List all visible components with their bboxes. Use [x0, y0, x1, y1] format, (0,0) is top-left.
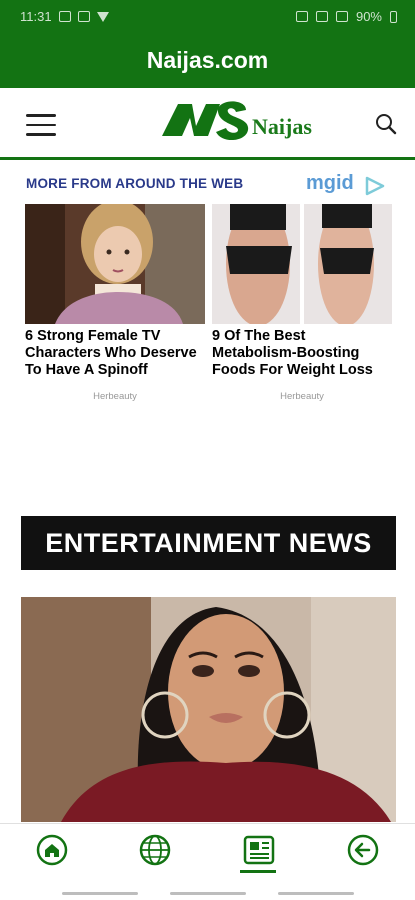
logo-text: Naijas — [252, 114, 312, 139]
back-icon[interactable] — [347, 834, 379, 866]
widget-heading: MORE FROM AROUND THE WEB — [26, 176, 244, 191]
battery-level: 90% — [355, 9, 382, 24]
promo-source: Herbeauty — [93, 391, 137, 402]
status-time: 11:31 — [20, 9, 52, 24]
link-icon — [295, 11, 308, 22]
vpn-icon — [96, 11, 109, 22]
gesture-bar — [62, 892, 138, 895]
signal-icon — [335, 11, 348, 22]
promo-thumbnail[interactable] — [25, 204, 205, 324]
notification-icon — [77, 11, 90, 22]
app-title: Naijas.com — [146, 47, 269, 73]
wifi-icon — [315, 11, 328, 22]
promo-card[interactable]: 6 Strong Female TV Characters Who Deserv… — [25, 204, 205, 402]
gesture-bar — [278, 892, 354, 895]
active-tab-indicator — [240, 870, 276, 873]
app-title-bar: Naijas.com — [0, 34, 415, 88]
gallery-icon — [58, 11, 71, 22]
bottom-navigation — [0, 823, 415, 900]
news-icon[interactable] — [242, 834, 276, 866]
hamburger-icon[interactable] — [26, 114, 56, 136]
site-header: Naijas — [0, 88, 415, 160]
play-icon[interactable] — [364, 176, 386, 196]
gesture-bar — [170, 892, 246, 895]
mgid-logo[interactable]: mgid — [306, 172, 354, 195]
status-bar: 11:31 90% — [0, 0, 415, 34]
promo-card[interactable]: 9 Of The Best Metabolism-Boosting Foods … — [212, 204, 392, 402]
battery-icon — [390, 10, 397, 23]
search-icon[interactable] — [374, 112, 398, 136]
site-logo[interactable]: Naijas — [160, 96, 325, 152]
section-title: ENTERTAINMENT NEWS — [21, 516, 396, 570]
portrait-photo — [21, 597, 396, 822]
promo-headline[interactable]: 9 Of The Best Metabolism-Boosting Foods … — [212, 328, 392, 379]
article-hero-image[interactable] — [21, 597, 396, 822]
promo-source: Herbeauty — [280, 391, 324, 402]
promo-headline[interactable]: 6 Strong Female TV Characters Who Deserv… — [25, 328, 205, 379]
promo-thumbnail[interactable] — [212, 204, 392, 324]
home-icon[interactable] — [36, 834, 68, 866]
girl-portrait-image — [25, 204, 205, 324]
naijas-logo-mark-icon — [162, 101, 249, 141]
globe-icon[interactable] — [139, 834, 171, 866]
body-comparison-image — [212, 204, 392, 324]
